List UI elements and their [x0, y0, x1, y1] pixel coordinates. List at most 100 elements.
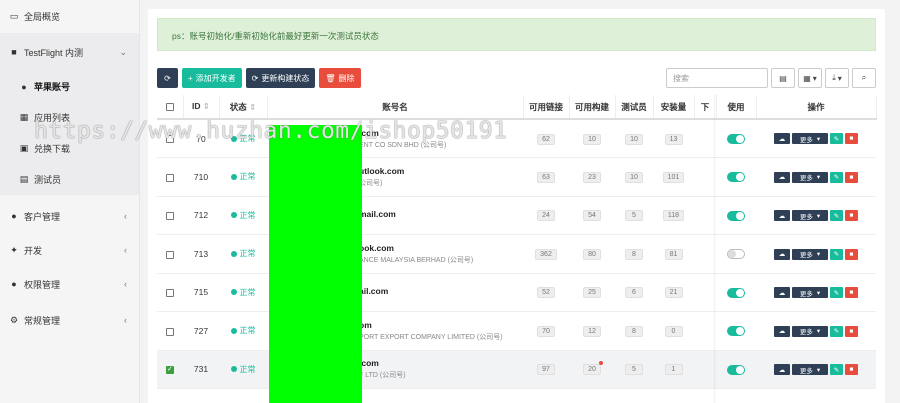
select-all-checkbox[interactable]	[165, 103, 174, 112]
cloud-icon: ☁	[778, 289, 786, 297]
search-input[interactable]: 搜索	[666, 68, 768, 88]
enabled-toggle[interactable]	[727, 133, 745, 144]
row-checkbox[interactable]	[166, 250, 174, 259]
row-testers: 10	[615, 157, 653, 197]
notification-dot	[599, 361, 603, 366]
row-select-cell[interactable]	[157, 157, 183, 197]
sidebar-item-label: 全局概览	[24, 12, 61, 22]
caret-down-icon: ▾	[816, 289, 821, 297]
delete-row-button[interactable]: ■	[845, 325, 858, 337]
row-select-cell[interactable]	[157, 234, 183, 274]
row-checkbox[interactable]	[166, 327, 174, 336]
more-dropdown-button[interactable]: 更多 ▾	[792, 210, 828, 221]
more-dropdown-button[interactable]: 更多 ▾	[792, 248, 828, 260]
table-header: ID ⇕ 状态 ⇕ 账号名 可用链接 可用构建 测试员 安装量 下 使用 操作	[157, 95, 877, 120]
select-all-cell[interactable]	[157, 95, 184, 120]
table-row[interactable]: 710 正常 utlook.com 公司号) 63 23 10 101 ☁ 更多…	[157, 157, 876, 197]
more-dropdown-button[interactable]: 更多 ▾	[792, 133, 828, 145]
toggle-view-button[interactable]: ▤	[771, 68, 795, 88]
edit-button[interactable]: ✎	[830, 287, 843, 298]
cloud-upload-button[interactable]: ☁	[774, 133, 790, 145]
table-row[interactable]: 712 正常 mail.com 24 54 5 118 ☁ 更多 ▾ ✎ ■	[157, 196, 876, 235]
row-select-cell[interactable]	[157, 350, 183, 389]
delete-row-button[interactable]: ■	[845, 133, 858, 145]
delete-row-button[interactable]: ■	[845, 364, 858, 375]
enabled-toggle[interactable]	[727, 326, 745, 337]
edit-button[interactable]: ✎	[830, 210, 843, 221]
installs-value: 118	[662, 210, 685, 222]
account-company: F LTD (公司号)	[359, 372, 406, 380]
refresh-button[interactable]: ⟳	[157, 68, 178, 88]
row-checkbox[interactable]	[166, 173, 174, 182]
edit-button[interactable]: ✎	[830, 364, 843, 375]
sidebar-item-testers[interactable]: ▤ 测试员	[0, 164, 139, 195]
testers-value: 10	[625, 133, 643, 145]
search-button[interactable]: ⌕	[852, 68, 876, 88]
column-header-status[interactable]: 状态 ⇕	[219, 95, 268, 120]
cloud-upload-button[interactable]: ☁	[774, 248, 790, 260]
delete-row-button[interactable]: ■	[845, 171, 858, 183]
cloud-upload-button[interactable]: ☁	[774, 325, 790, 337]
edit-button[interactable]: ✎	[830, 133, 843, 145]
cloud-upload-button[interactable]: ☁	[774, 171, 790, 183]
sidebar-item-general[interactable]: ⚙ 常规管理 ‹	[0, 301, 139, 339]
edit-button[interactable]: ✎	[830, 171, 843, 183]
row-enabled	[716, 234, 756, 274]
row-checkbox[interactable]	[166, 212, 174, 220]
enabled-toggle[interactable]	[727, 210, 745, 221]
info-alert: ps：账号初始化/重新初始化前最好更新一次测试员状态	[157, 18, 876, 51]
download-icon: ⤓	[832, 73, 836, 82]
trash-icon: 🗑	[325, 73, 336, 83]
table-row[interactable]: 715 正常 ail.com 52 25 6 21 ☁ 更多 ▾ ✎ ■	[157, 273, 876, 312]
edit-button[interactable]: ✎	[830, 325, 843, 337]
delete-row-button[interactable]: ■	[845, 210, 858, 221]
row-checkbox[interactable]	[166, 289, 174, 297]
row-id: 727	[183, 311, 219, 351]
row-builds: 20	[569, 350, 615, 389]
row-select-cell[interactable]	[157, 196, 183, 235]
enabled-toggle[interactable]	[727, 249, 745, 260]
gears-icon: ⚙	[9, 314, 19, 325]
add-developer-button[interactable]: + 添加开发者	[182, 68, 242, 88]
enabled-toggle[interactable]	[727, 364, 745, 375]
row-checkbox[interactable]	[166, 365, 174, 374]
builds-value: 20	[583, 361, 603, 376]
more-dropdown-button[interactable]: 更多 ▾	[792, 364, 828, 375]
magic-icon: ✦	[10, 244, 18, 255]
account-email: mail.com	[359, 209, 396, 220]
table-row[interactable]: 713 正常 ook.com ANCE MALAYSIA BERHAD (公司号…	[157, 234, 876, 274]
caret-down-icon: ▾	[816, 174, 821, 181]
columns-button[interactable]: ▦ ▾	[798, 68, 822, 88]
sidebar-item-permissions[interactable]: ● 权限管理 ‹	[0, 267, 139, 301]
edit-button[interactable]: ✎	[830, 248, 843, 260]
cloud-upload-button[interactable]: ☁	[774, 287, 790, 298]
sidebar-item-develop[interactable]: ✦ 开发 ‹	[0, 233, 139, 267]
sidebar-item-apple-accounts[interactable]: ● 苹果账号	[0, 71, 139, 102]
status-dot-icon	[230, 250, 237, 257]
row-select-cell[interactable]	[157, 311, 183, 351]
table-row[interactable]: 727 正常 om PORT EXPORT COMPANY LIMITED (公…	[157, 311, 876, 351]
delete-button[interactable]: 🗑 删除	[319, 68, 361, 88]
row-select-cell[interactable]	[157, 273, 183, 312]
sidebar-item-customers[interactable]: ● 客户管理 ‹	[0, 199, 139, 233]
update-build-status-button[interactable]: ⟳ 更新构建状态	[245, 68, 316, 88]
export-button[interactable]: ⤓ ▾	[825, 68, 849, 88]
row-status: 正常	[219, 273, 267, 312]
more-dropdown-button[interactable]: 更多 ▾	[792, 287, 828, 298]
trash-icon: ■	[849, 135, 854, 143]
column-header-id[interactable]: ID ⇕	[183, 95, 220, 120]
cloud-upload-button[interactable]: ☁	[774, 364, 790, 375]
user-icon: ●	[11, 211, 17, 221]
more-dropdown-button[interactable]: 更多 ▾	[792, 325, 828, 337]
row-testers: 8	[615, 311, 653, 351]
cloud-upload-button[interactable]: ☁	[774, 210, 790, 221]
status-dot-icon	[230, 289, 237, 296]
sidebar-item-overview[interactable]: ▭ 全局概览	[0, 0, 139, 33]
enabled-toggle[interactable]	[727, 287, 745, 298]
more-dropdown-button[interactable]: 更多 ▾	[792, 171, 828, 183]
delete-row-button[interactable]: ■	[845, 248, 858, 260]
delete-row-button[interactable]: ■	[845, 287, 858, 298]
table-row[interactable]: 731 正常 .com F LTD (公司号) 97 20 5 1 ☁ 更多▾ …	[157, 350, 876, 389]
enabled-toggle[interactable]	[727, 172, 745, 183]
sidebar-item-testflight[interactable]: ■ TestFlight 内测 ⌄	[0, 33, 139, 71]
